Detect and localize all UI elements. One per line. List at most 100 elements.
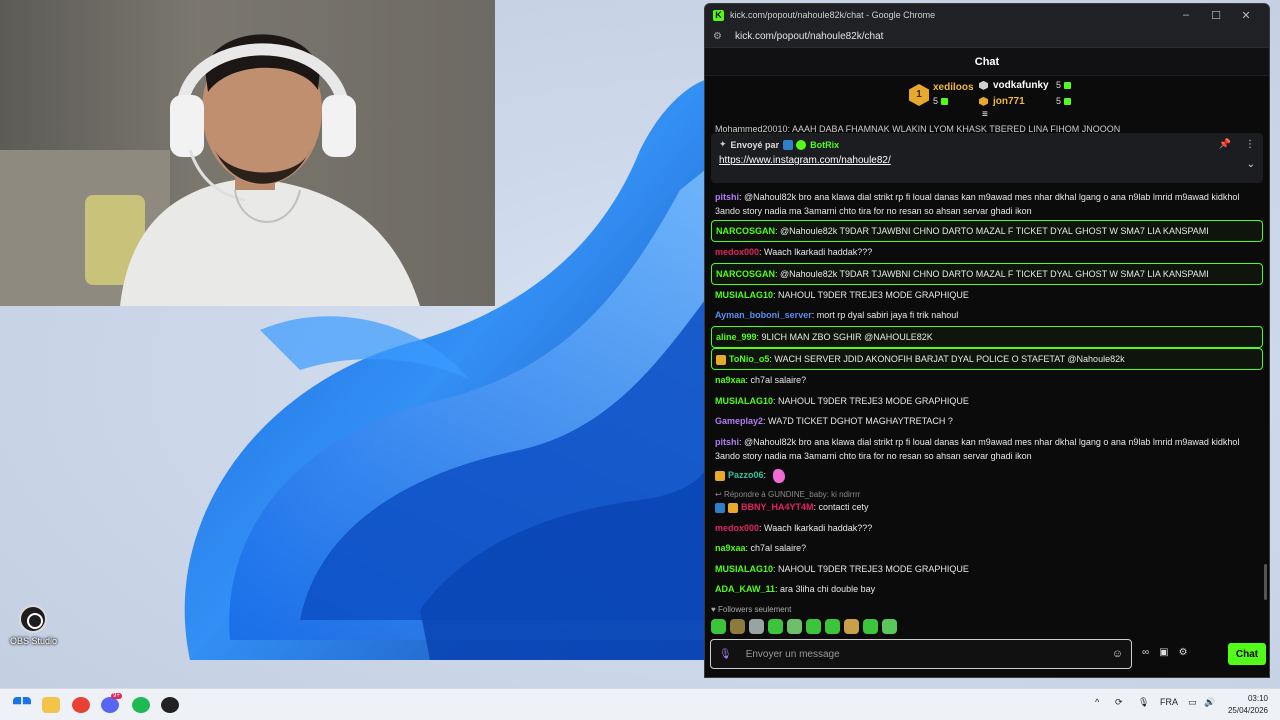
chevron-down-icon[interactable]: ⌄ bbox=[1247, 159, 1255, 170]
obs-label: OBS Studio bbox=[10, 636, 58, 646]
chat-message-highlighted[interactable]: NARCOSGAN: @Nahoule82k T9DAR TJAWBNI CHN… bbox=[711, 263, 1263, 285]
chat-message[interactable]: pitshi: @Nahoul82k bro ana klawa dial st… bbox=[715, 435, 1259, 463]
send-chat-button[interactable]: Chat bbox=[1228, 643, 1266, 665]
message-user[interactable]: MUSIALAG10 bbox=[715, 290, 773, 300]
pinned-link[interactable]: https://www.instagram.com/nahoule82/ bbox=[719, 155, 1255, 166]
chat-message[interactable]: ADA_KAW_11: ara 3liha chi double bay bbox=[715, 582, 1259, 596]
unpin-icon[interactable]: 📌 bbox=[1219, 139, 1231, 150]
chat-message[interactable]: MUSIALAG10: NAHOUL T9DER TREJE3 MODE GRA… bbox=[715, 288, 1259, 302]
file-explorer-icon[interactable] bbox=[42, 697, 60, 713]
maximize-icon[interactable]: ☐ bbox=[1201, 9, 1231, 22]
chat-message-highlighted[interactable]: aline_999: 9LICH MAN ZBO SGHIR @NAHOULE8… bbox=[711, 326, 1263, 348]
spotify-icon[interactable] bbox=[132, 697, 150, 713]
language-indicator[interactable]: FRA bbox=[1160, 697, 1178, 707]
chat-input-row: 🎙 ☺ ∞ ▣ ⚙ Chat bbox=[710, 639, 1266, 669]
message-input[interactable] bbox=[745, 648, 1112, 660]
emote-icon[interactable] bbox=[749, 619, 764, 634]
message-user[interactable]: Ayman_boboni_server bbox=[715, 310, 812, 320]
gift-leaderboard: 1 xediloos 5 vodkafunky 5 jon771 5 ≡ bbox=[705, 76, 1269, 120]
emote-icon[interactable] bbox=[882, 619, 897, 634]
store-icon[interactable]: ▣ bbox=[1159, 647, 1168, 658]
chat-message[interactable]: Ayman_boboni_server: mort rp dyal sabiri… bbox=[715, 308, 1259, 322]
message-user[interactable]: NARCOSGAN bbox=[716, 226, 775, 236]
chat-message[interactable]: Pazzo06: bbox=[715, 468, 1259, 483]
chat-message[interactable]: Gameplay2: WA7D TICKET DGHOT MAGHAYTRETA… bbox=[715, 414, 1259, 428]
show-hidden-icons-icon[interactable]: ^ bbox=[1095, 697, 1099, 707]
emote-icon[interactable] bbox=[825, 619, 840, 634]
microphone-tray-icon[interactable]: 🎙 bbox=[1138, 697, 1149, 708]
message-user[interactable]: pitshi bbox=[715, 192, 739, 202]
emote-icon[interactable] bbox=[730, 619, 745, 634]
window-title: kick.com/popout/nahoule82k/chat - Google… bbox=[730, 10, 936, 20]
obs-studio-desktop-shortcut[interactable]: OBS Studio bbox=[10, 605, 58, 646]
message-user[interactable]: medox000 bbox=[715, 247, 759, 257]
minimize-icon[interactable]: – bbox=[1171, 9, 1201, 21]
message-user[interactable]: na9xaa bbox=[715, 375, 746, 385]
chat-message[interactable]: medox000: Waach lkarkadi haddak??? bbox=[715, 245, 1259, 259]
message-user[interactable]: MUSIALAG10 bbox=[715, 396, 773, 406]
leaderboard-first[interactable]: 1 xediloos 5 bbox=[909, 80, 977, 110]
emote-icon[interactable] bbox=[806, 619, 821, 634]
chat-message[interactable]: na9xaa: ch7al salaire? bbox=[715, 541, 1259, 555]
sync-icon[interactable]: ⟳ bbox=[1115, 697, 1123, 708]
close-icon[interactable]: ✕ bbox=[1231, 9, 1261, 22]
kick-gem-icon bbox=[941, 98, 949, 106]
leaderboard-second[interactable]: vodkafunky 5 bbox=[979, 80, 1071, 91]
emote-icon[interactable] bbox=[844, 619, 859, 634]
chat-messages[interactable]: Mohammed20010: AAAH DABA FHAMNAK WLAKIN … bbox=[705, 124, 1269, 606]
emoji-picker-icon[interactable]: ☺ bbox=[1112, 648, 1123, 660]
discord-icon[interactable] bbox=[101, 697, 119, 713]
webcam-feed bbox=[0, 0, 495, 306]
message-text: Waach lkarkadi haddak??? bbox=[764, 523, 873, 533]
rank-hex-icon bbox=[979, 96, 988, 106]
chat-scrollbar[interactable] bbox=[1264, 564, 1267, 600]
gift-badge-icon bbox=[728, 502, 738, 513]
kick-gem-icon bbox=[1064, 98, 1071, 106]
site-settings-icon[interactable]: ⚙ bbox=[713, 31, 727, 42]
chrome-icon[interactable] bbox=[72, 697, 90, 713]
obs-taskbar-icon[interactable] bbox=[161, 697, 179, 713]
pinned-sender[interactable]: BotRix bbox=[810, 140, 839, 150]
chat-message-highlighted[interactable]: NARCOSGAN: @Nahoule82k T9DAR TJAWBNI CHN… bbox=[711, 220, 1263, 242]
message-user[interactable]: Pazzo06 bbox=[728, 470, 764, 480]
message-text: @Nahoul82k bro ana klawa dial strikt rp … bbox=[715, 192, 1240, 216]
infinity-points-icon[interactable]: ∞ bbox=[1142, 647, 1149, 658]
message-user[interactable]: Gameplay2 bbox=[715, 416, 763, 426]
chat-message[interactable]: pitshi: @Nahoul82k bro ana klawa dial st… bbox=[715, 190, 1259, 218]
message-user[interactable]: ToNio_o5 bbox=[729, 354, 769, 364]
chat-message[interactable]: BBNY_HA4YT4M: contacti cety bbox=[715, 500, 1259, 514]
chat-message[interactable]: MUSIALAG10: NAHOUL T9DER TREJE3 MODE GRA… bbox=[715, 562, 1259, 576]
chat-message[interactable]: MUSIALAG10: NAHOUL T9DER TREJE3 MODE GRA… bbox=[715, 394, 1259, 408]
message-user[interactable]: na9xaa bbox=[715, 543, 746, 553]
message-user[interactable]: BBNY_HA4YT4M bbox=[741, 502, 814, 512]
emote-icon[interactable] bbox=[768, 619, 783, 634]
message-user[interactable]: NARCOSGAN bbox=[716, 269, 775, 279]
more-options-icon[interactable]: ⋮ bbox=[1245, 139, 1255, 150]
message-user[interactable]: aline_999 bbox=[716, 332, 757, 342]
start-menu-icon[interactable] bbox=[13, 697, 31, 705]
message-input-container[interactable]: 🎙 ☺ bbox=[710, 639, 1132, 669]
reply-context[interactable]: ↩ Répondre à GUNDINE_baby: ki ndirrrr bbox=[715, 490, 860, 499]
emote-icon[interactable] bbox=[787, 619, 802, 634]
message-user[interactable]: pitshi bbox=[715, 437, 739, 447]
message-text: 9LICH MAN ZBO SGHIR @NAHOULE82K bbox=[761, 332, 933, 342]
system-clock[interactable]: 03:10 25/04/2026 bbox=[1228, 693, 1268, 717]
expand-leaderboard-icon[interactable]: ≡ bbox=[982, 109, 988, 120]
leaderboard-third[interactable]: jon771 5 bbox=[979, 96, 1071, 107]
chat-message[interactable]: medox000: Waach lkarkadi haddak??? bbox=[715, 521, 1259, 535]
message-user[interactable]: ADA_KAW_11 bbox=[715, 584, 775, 594]
volume-icon[interactable]: 🔊 bbox=[1204, 697, 1215, 708]
microphone-icon[interactable]: 🎙 bbox=[719, 649, 732, 660]
message-user[interactable]: MUSIALAG10 bbox=[715, 564, 773, 574]
emote-icon[interactable] bbox=[863, 619, 878, 634]
chat-message-highlighted[interactable]: ToNio_o5: WACH SERVER JDID AKONOFIH BARJ… bbox=[711, 348, 1263, 370]
chat-message[interactable]: na9xaa: ch7al salaire? bbox=[715, 373, 1259, 387]
window-titlebar[interactable]: K kick.com/popout/nahoule82k/chat - Goog… bbox=[705, 4, 1269, 26]
settings-gear-icon[interactable]: ⚙ bbox=[1179, 647, 1188, 658]
message-user[interactable]: medox000 bbox=[715, 523, 759, 533]
network-icon[interactable]: ▭ bbox=[1188, 697, 1197, 708]
message-text: NAHOUL T9DER TREJE3 MODE GRAPHIQUE bbox=[778, 396, 969, 406]
address-bar[interactable]: ⚙ kick.com/popout/nahoule82k/chat bbox=[705, 26, 1269, 48]
windows-taskbar: 9+ ^ ⟳ 🎙 FRA ▭ 🔊 03:10 25/04/2026 bbox=[0, 688, 1280, 720]
emote-icon[interactable] bbox=[711, 619, 726, 634]
